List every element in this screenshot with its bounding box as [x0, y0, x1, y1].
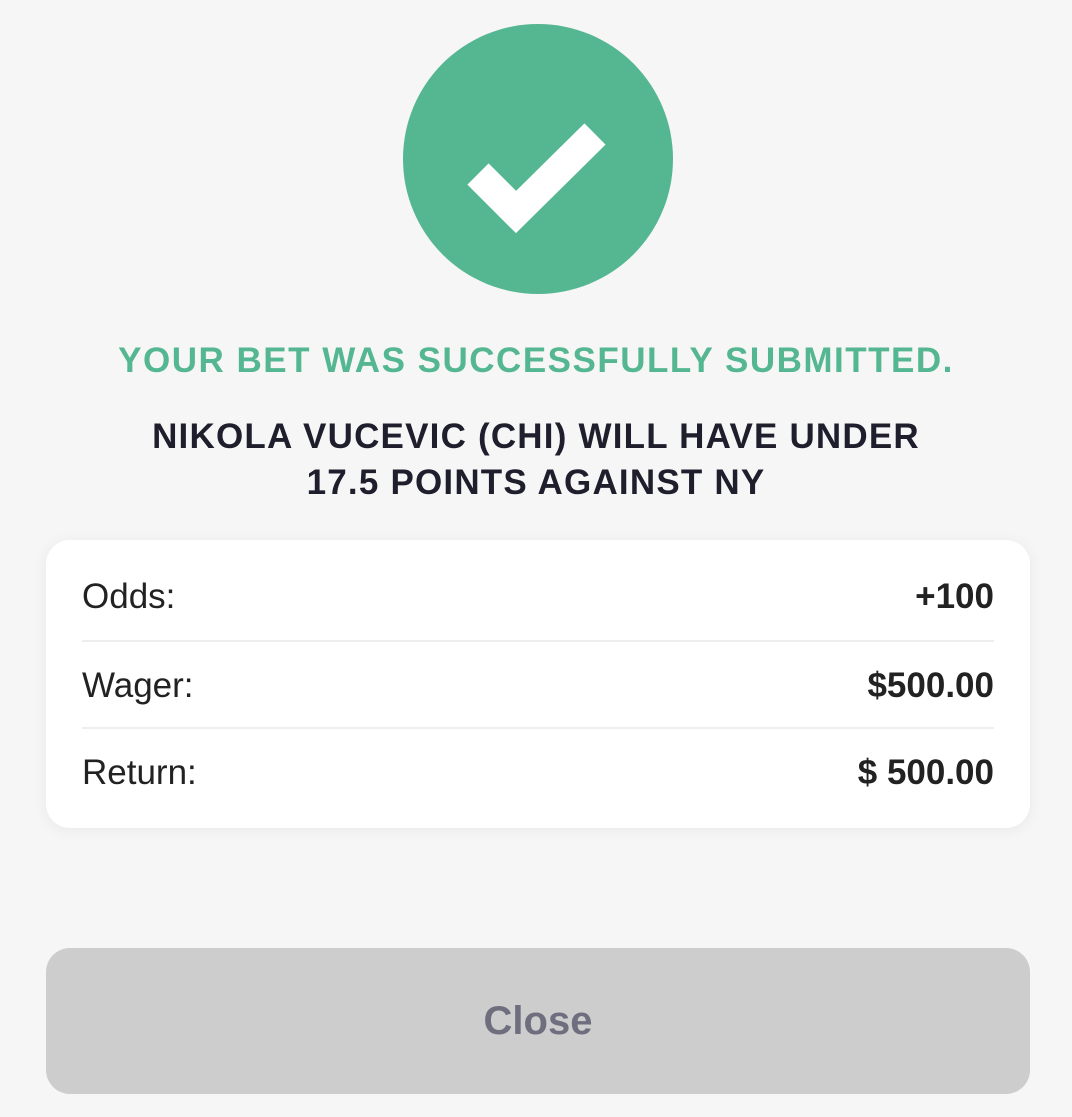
wager-label: Wager: [82, 665, 194, 705]
odds-label: Odds: [82, 576, 176, 616]
bet-description-line-1: NIKOLA VUCEVIC (CHI) WILL HAVE UNDER [152, 417, 920, 456]
wager-row: Wager: $500.00 [82, 640, 994, 729]
return-value: $ 500.00 [857, 752, 994, 792]
success-message: YOUR BET WAS SUCCESSFULLY SUBMITTED. [118, 341, 954, 380]
bet-description: NIKOLA VUCEVIC (CHI) WILL HAVE UNDER 17.… [86, 414, 986, 506]
bet-summary-card: Odds: +100 Wager: $500.00 Return: $ 500.… [46, 540, 1030, 828]
success-checkmark-icon [403, 24, 673, 294]
return-label: Return: [82, 752, 197, 792]
close-button[interactable]: Close [46, 948, 1030, 1094]
odds-value: +100 [915, 576, 994, 616]
bet-description-line-2: 17.5 POINTS AGAINST NY [306, 463, 766, 502]
wager-value: $500.00 [867, 665, 994, 705]
odds-row: Odds: +100 [82, 553, 994, 640]
checkmark-icon [467, 123, 606, 234]
return-row: Return: $ 500.00 [82, 727, 994, 816]
